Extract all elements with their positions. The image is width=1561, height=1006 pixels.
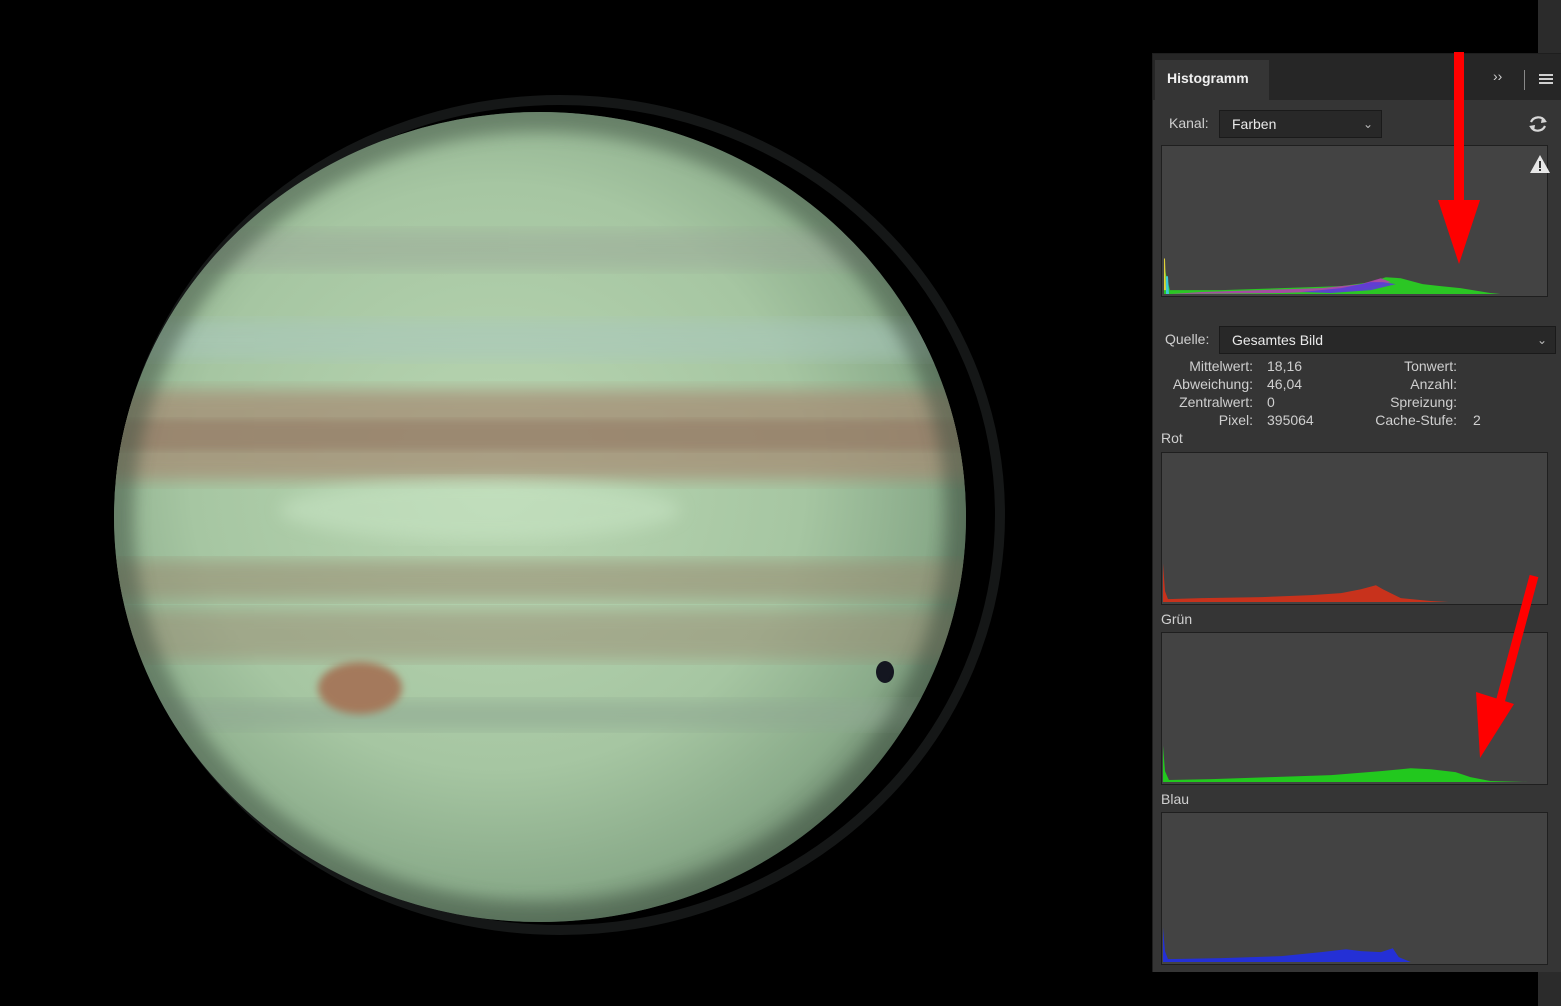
channel-select[interactable]: Farben ⌄ <box>1219 110 1382 138</box>
green-channel-label: Grün <box>1161 611 1193 627</box>
refresh-icon[interactable] <box>1527 113 1549 135</box>
stat-level-label: Tonwert: <box>1404 358 1457 374</box>
collapse-icon[interactable]: ›› <box>1493 68 1513 88</box>
jupiter-image <box>114 95 1005 935</box>
annotation-arrow-bottom <box>1476 574 1539 758</box>
stat-pixels-value: 395064 <box>1267 412 1314 428</box>
stat-mean-label: Mittelwert: <box>1189 358 1253 374</box>
stat-mean-value: 18,16 <box>1267 358 1303 374</box>
chevron-down-icon: ⌄ <box>1362 117 1373 131</box>
menu-icon[interactable] <box>1539 74 1553 86</box>
stat-pixels-label: Pixel: <box>1218 412 1253 428</box>
stat-deviation-value: 46,04 <box>1267 376 1303 392</box>
warning-icon <box>1530 155 1550 173</box>
channel-select-value: Farben <box>1232 116 1277 132</box>
chevron-down-icon: ⌄ <box>1536 333 1547 347</box>
annotation-arrow-top <box>1438 52 1480 264</box>
blue-channel-label: Blau <box>1161 791 1190 807</box>
stat-cache-label: Cache-Stufe: <box>1375 412 1457 428</box>
stat-cache-value: 2 <box>1473 412 1481 428</box>
blue-histogram <box>1161 812 1548 965</box>
stat-percentile-label: Spreizung: <box>1390 394 1457 410</box>
histogram-panel: Histogramm ›› Kanal: Farben ⌄ Quelle: Ge… <box>1152 53 1561 972</box>
channel-label: Kanal: <box>1169 115 1209 131</box>
source-label: Quelle: <box>1165 331 1210 347</box>
source-select-value: Gesamtes Bild <box>1232 332 1324 348</box>
header-divider <box>1524 70 1525 90</box>
stat-count-label: Anzahl: <box>1410 376 1457 392</box>
stat-median-value: 0 <box>1267 394 1275 410</box>
stat-median-label: Zentralwert: <box>1179 394 1253 410</box>
tab-histogram[interactable]: Histogramm <box>1155 60 1269 100</box>
source-select[interactable]: Gesamtes Bild ⌄ <box>1219 326 1556 354</box>
panel-header: Histogramm ›› <box>1153 54 1561 100</box>
stat-deviation-label: Abweichung: <box>1172 376 1253 392</box>
red-channel-label: Rot <box>1161 430 1183 446</box>
